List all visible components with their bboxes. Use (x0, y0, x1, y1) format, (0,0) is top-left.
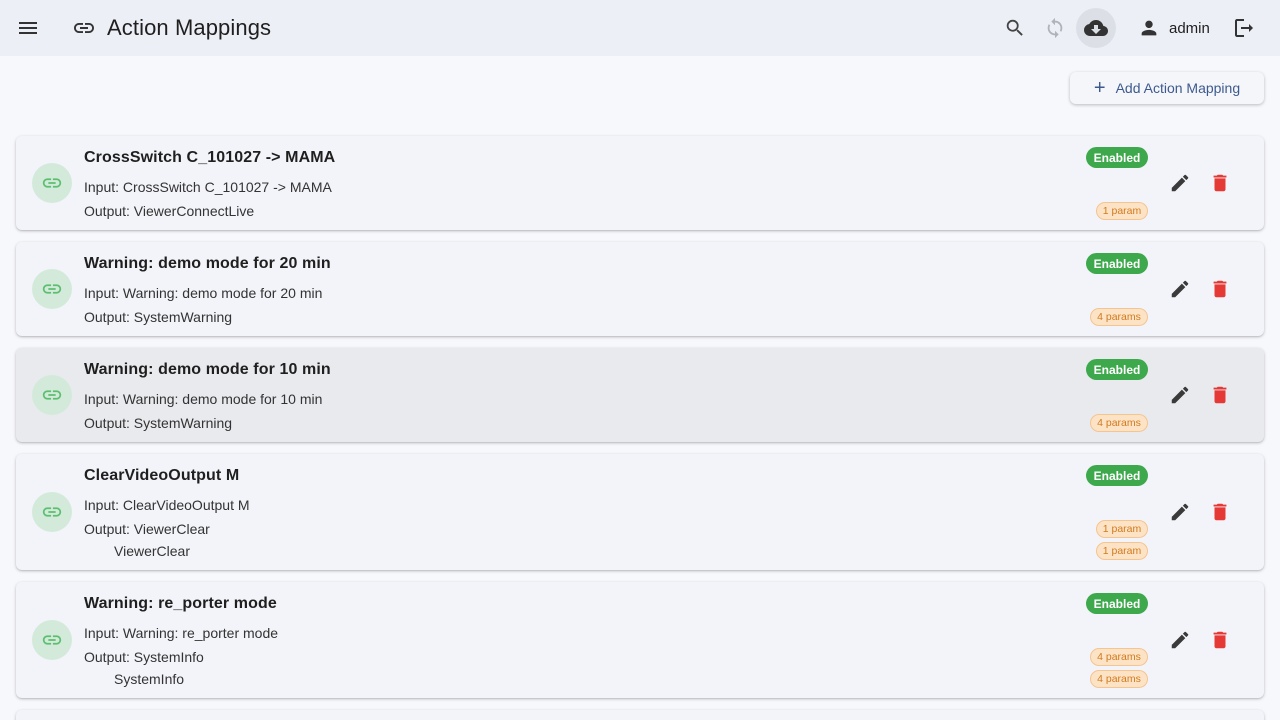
mapping-avatar (32, 492, 72, 532)
sync-icon (1047, 17, 1063, 39)
param-badge: 1 param (1096, 520, 1148, 538)
pencil-icon (1171, 386, 1189, 404)
status-badge: Enabled (1086, 147, 1148, 168)
delete-button[interactable] (1200, 620, 1240, 660)
logout-button[interactable] (1224, 8, 1264, 48)
param-badge: 1 param (1096, 542, 1148, 560)
status-badge: Enabled (1086, 593, 1148, 614)
user-menu[interactable]: admin (1138, 16, 1210, 40)
pencil-icon (1171, 280, 1189, 298)
delete-button[interactable] (1200, 163, 1240, 203)
pencil-icon (1171, 631, 1189, 649)
add-action-mapping-button[interactable]: + Add Action Mapping (1070, 72, 1264, 104)
param-badge: 4 params (1090, 414, 1148, 432)
edit-button[interactable] (1160, 492, 1200, 532)
edit-button[interactable] (1160, 163, 1200, 203)
mapping-input: Input: Warning: re_porter mode (84, 625, 279, 641)
mapping-card[interactable]: ClearVideoOutput M Input: ClearVideoOutp… (16, 454, 1264, 570)
username-label: admin (1169, 19, 1210, 37)
delete-button[interactable] (1200, 269, 1240, 309)
mapping-input: Input: Warning: demo mode for 20 min (84, 285, 323, 301)
link-icon (42, 284, 62, 294)
search-button[interactable] (995, 8, 1035, 48)
link-icon (42, 178, 62, 188)
delete-button[interactable] (1200, 375, 1240, 415)
mapping-title: Warning: demo mode for 10 min (84, 361, 331, 378)
link-icon (42, 635, 62, 645)
link-icon (42, 507, 62, 517)
mapping-input: Input: CrossSwitch C_101027 -> MAMA (84, 179, 332, 195)
sync-button[interactable] (1035, 8, 1075, 48)
mapping-card-partial[interactable] (16, 710, 1264, 720)
mapping-title: Warning: re_porter mode (84, 595, 277, 612)
search-icon (1006, 19, 1023, 36)
cloud-download-icon (1084, 20, 1108, 36)
edit-button[interactable] (1160, 620, 1200, 660)
mapping-title: ClearVideoOutput M (84, 467, 240, 484)
pencil-icon (1171, 503, 1189, 521)
mapping-title: CrossSwitch C_101027 -> MAMA (84, 149, 336, 166)
mapping-avatar (32, 163, 72, 203)
trash-icon (1213, 631, 1227, 649)
param-badge: 1 param (1096, 202, 1148, 220)
mapping-output: Output: ViewerClear (84, 521, 210, 537)
mapping-extra-output: ViewerClear (114, 543, 190, 559)
add-action-mapping-label: Add Action Mapping (1115, 80, 1241, 96)
edit-button[interactable] (1160, 375, 1200, 415)
mapping-extra-output: SystemInfo (114, 671, 185, 687)
mapping-output: Output: SystemWarning (84, 415, 233, 431)
menu-icon (19, 22, 37, 34)
mapping-card[interactable]: Warning: re_porter mode Input: Warning: … (16, 582, 1264, 698)
link-icon (74, 23, 94, 33)
link-icon (42, 390, 62, 400)
mapping-output: Output: SystemInfo (84, 649, 204, 665)
status-badge: Enabled (1086, 253, 1148, 274)
status-badge: Enabled (1086, 465, 1148, 486)
mapping-avatar (32, 375, 72, 415)
mapping-card[interactable]: CrossSwitch C_101027 -> MAMA Input: Cros… (16, 136, 1264, 230)
page-title: Action Mappings (107, 15, 272, 40)
trash-icon (1213, 386, 1227, 404)
trash-icon (1213, 174, 1227, 192)
delete-button[interactable] (1200, 492, 1240, 532)
mapping-output: Output: ViewerConnectLive (84, 203, 255, 219)
trash-icon (1213, 503, 1227, 521)
mapping-avatar (32, 269, 72, 309)
mapping-output: Output: SystemWarning (84, 309, 233, 325)
param-badge: 4 params (1090, 670, 1148, 688)
edit-button[interactable] (1160, 269, 1200, 309)
person-icon (1141, 20, 1157, 36)
app-bar: Action Mappings admin (0, 0, 1280, 56)
menu-button[interactable] (8, 8, 48, 48)
status-badge: Enabled (1086, 359, 1148, 380)
title-area: Action Mappings (72, 0, 271, 56)
plus-icon: + (1093, 77, 1106, 99)
param-badge: 4 params (1090, 648, 1148, 666)
mapping-avatar (32, 620, 72, 660)
mapping-card[interactable]: Warning: demo mode for 10 min Input: War… (16, 348, 1264, 442)
mapping-title: Warning: demo mode for 20 min (84, 255, 331, 272)
pencil-icon (1171, 174, 1189, 192)
download-button[interactable] (1076, 8, 1116, 48)
mapping-card[interactable]: Warning: demo mode for 20 min Input: War… (16, 242, 1264, 336)
logout-icon (1235, 19, 1253, 37)
mapping-input: Input: Warning: demo mode for 10 min (84, 391, 323, 407)
mapping-input: Input: ClearVideoOutput M (84, 497, 250, 513)
param-badge: 4 params (1090, 308, 1148, 326)
trash-icon (1213, 280, 1227, 298)
